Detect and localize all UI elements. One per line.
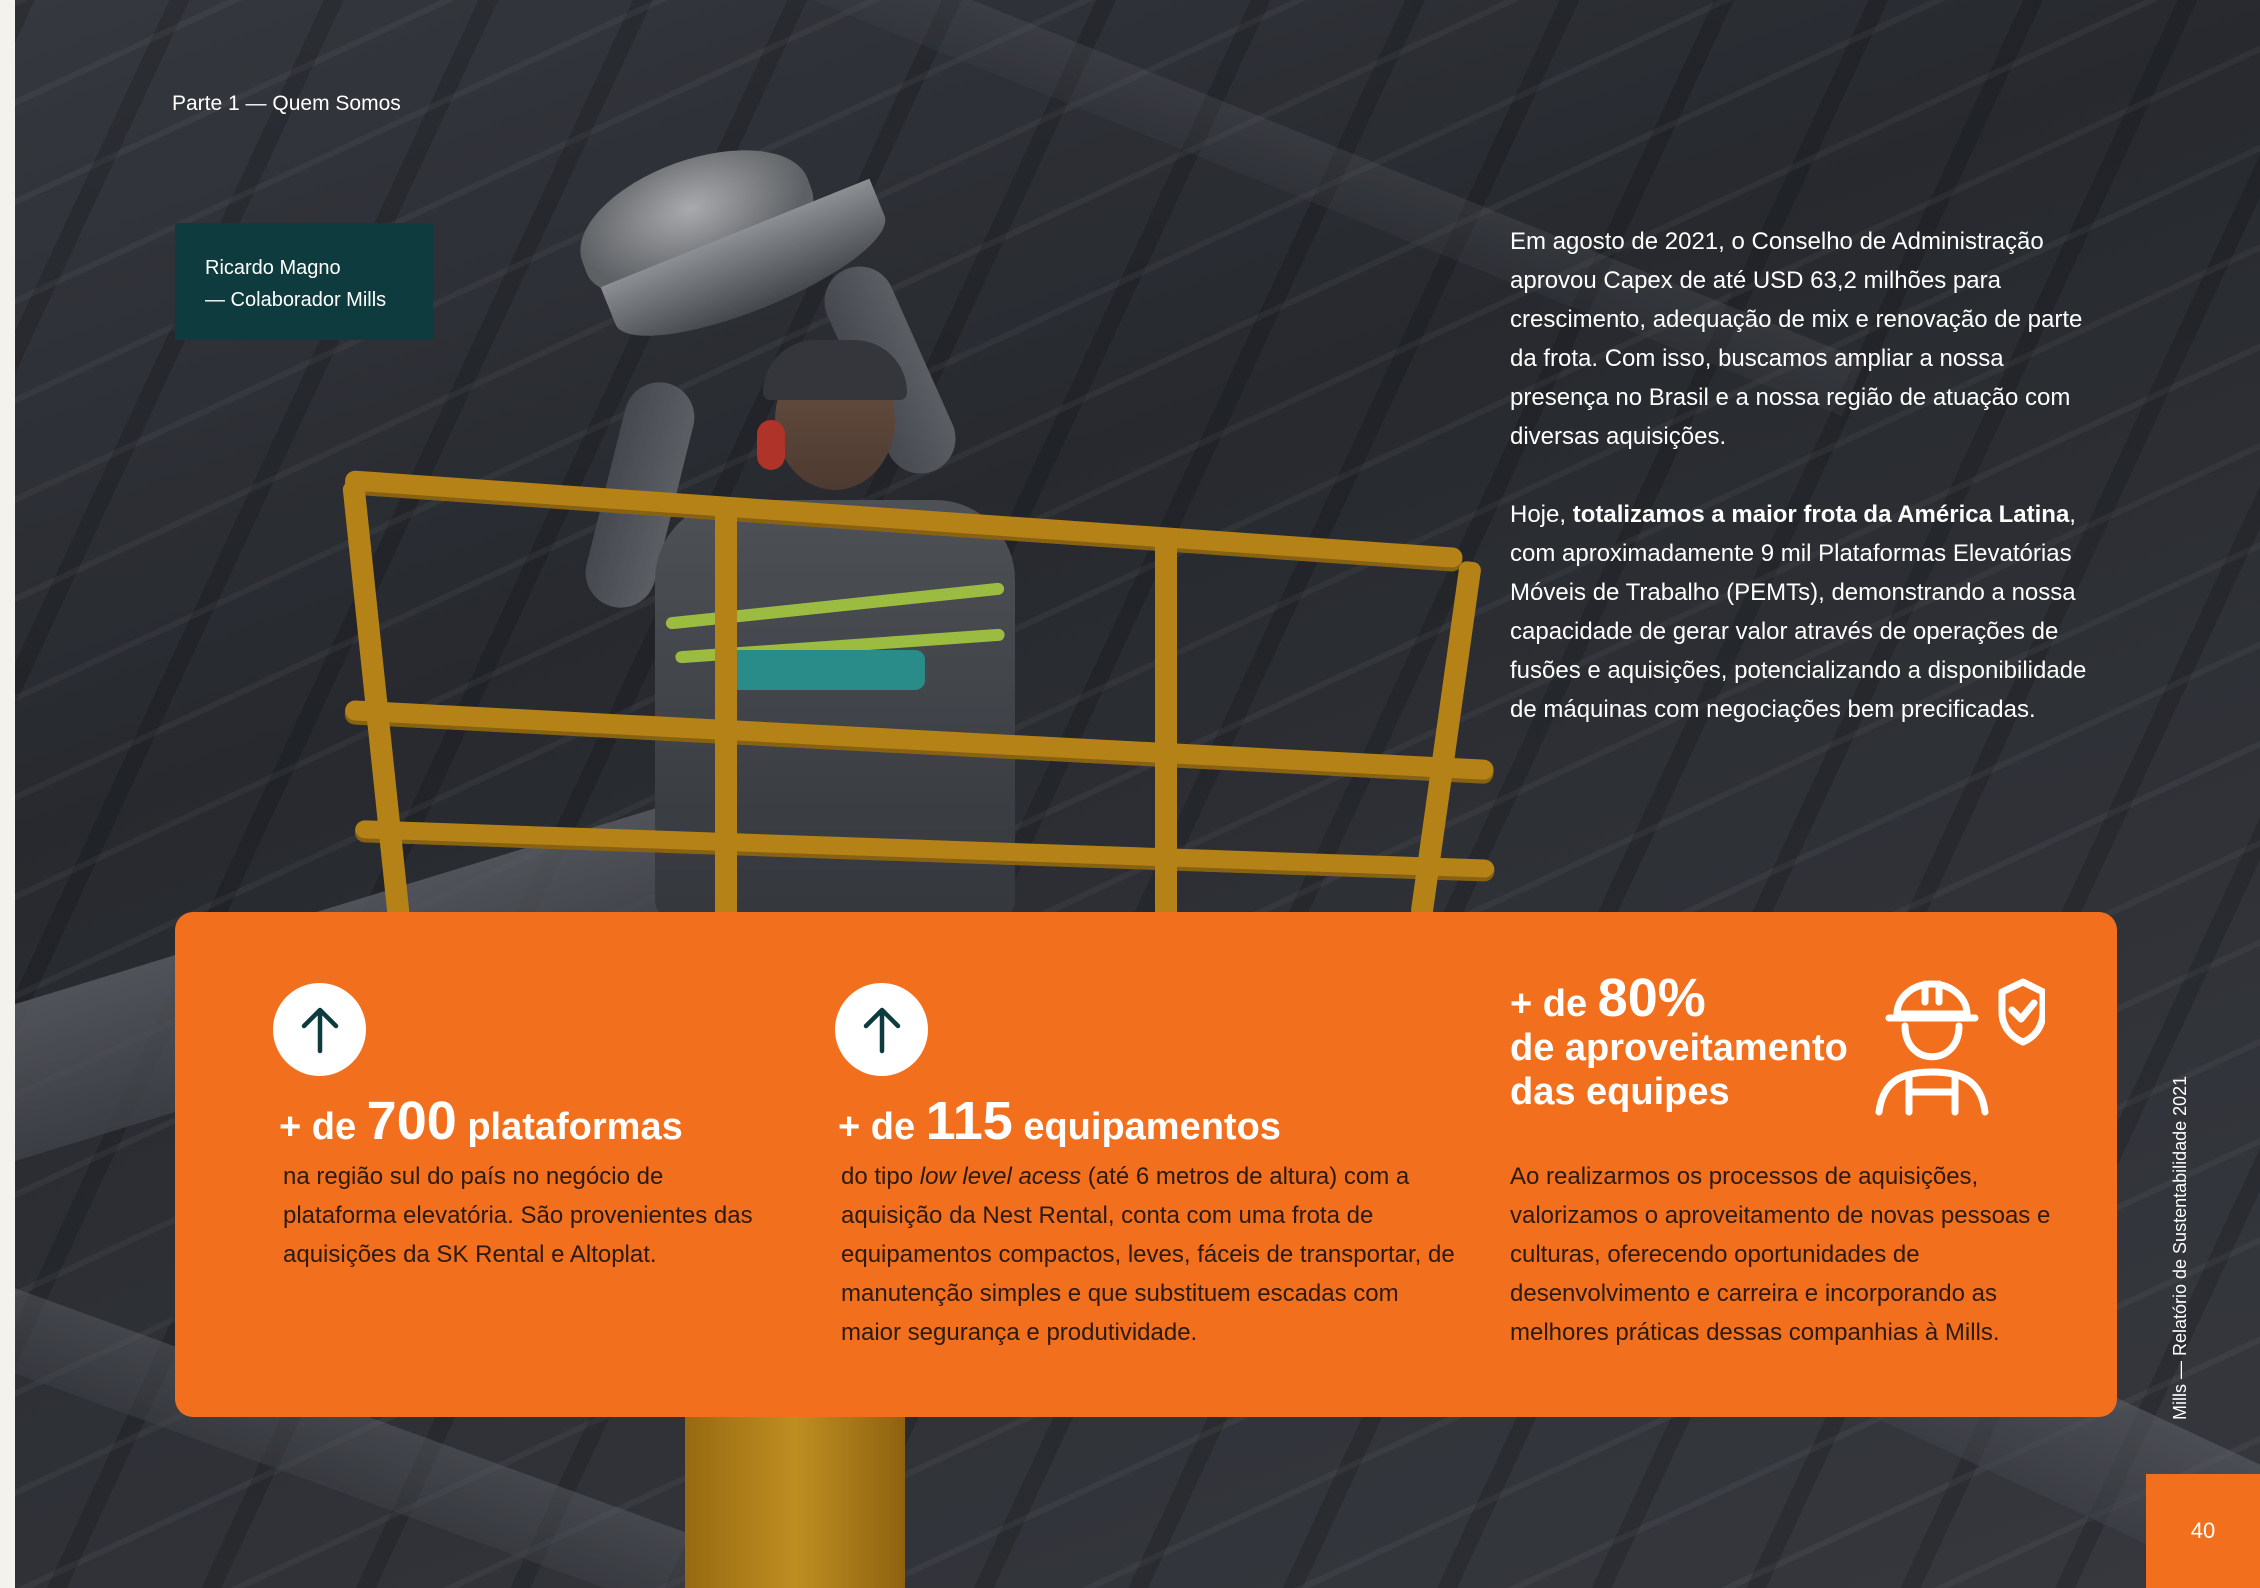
stat-2-text-italic: low level acess [919, 1163, 1082, 1190]
stat-2-text-end: (até 6 metros de altura) com a aquisição… [841, 1163, 1455, 1346]
stat-3-text: Ao realizarmos os processos de aquisiçõe… [1510, 1163, 2051, 1346]
intro-text: Em agosto de 2021, o Conselho de Adminis… [1510, 222, 2090, 768]
intro-p2-bold: totalizamos a maior frota da América Lat… [1572, 501, 2070, 528]
intro-p2-end: , com aproximadamente 9 mil Plataformas … [1510, 501, 2087, 723]
stat-2-number: 115 [925, 1091, 1013, 1151]
stat-1-prefix: + de [279, 1106, 367, 1148]
photo-caption: Ricardo Magno — Colaborador Mills [175, 223, 433, 340]
stat-2-heading: + de 115 equipamentos [838, 1090, 1281, 1152]
stat-3-line-3: das equipes [1510, 1071, 1730, 1113]
stat-1-heading: + de 700 plataformas [279, 1090, 683, 1152]
section-label: Parte 1 — Quem Somos [172, 92, 401, 115]
stats-panel: + de 700 plataformas na região sul do pa… [175, 912, 2117, 1417]
stat-1-text: na região sul do país no negócio de plat… [283, 1163, 753, 1268]
caption-name: Ricardo Magno [205, 257, 341, 279]
intro-paragraph-1: Em agosto de 2021, o Conselho de Adminis… [1510, 228, 2083, 450]
arrow-up-icon [835, 983, 928, 1076]
stat-3-prefix: + de [1510, 983, 1598, 1025]
intro-p2-start: Hoje, [1510, 501, 1573, 528]
stat-2-suffix: equipamentos [1012, 1106, 1281, 1148]
stat-2-text-start: do tipo [841, 1163, 920, 1190]
stat-2-prefix: + de [838, 1106, 926, 1148]
arrow-up-icon [273, 983, 366, 1076]
stat-1-number: 700 [366, 1091, 457, 1151]
stat-3-heading: + de 80% de aproveitamento das equipes [1510, 971, 1848, 1114]
intro-paragraph-2: Hoje, totalizamos a maior frota da Améri… [1510, 495, 2090, 729]
page-number: 40 [2146, 1474, 2260, 1588]
worker-shield-icon [1875, 972, 2047, 1126]
stat-2-text: do tipo low level acess (até 6 metros de… [841, 1157, 1461, 1352]
publication-title: Mills — Relatório de Sustentabilidade 20… [2170, 1075, 2190, 1420]
stat-3-line-2: de aproveitamento [1510, 1027, 1848, 1069]
caption-role: — Colaborador Mills [205, 289, 387, 311]
stat-1-suffix: plataformas [456, 1106, 683, 1148]
stat-3-number: 80% [1597, 968, 1706, 1028]
